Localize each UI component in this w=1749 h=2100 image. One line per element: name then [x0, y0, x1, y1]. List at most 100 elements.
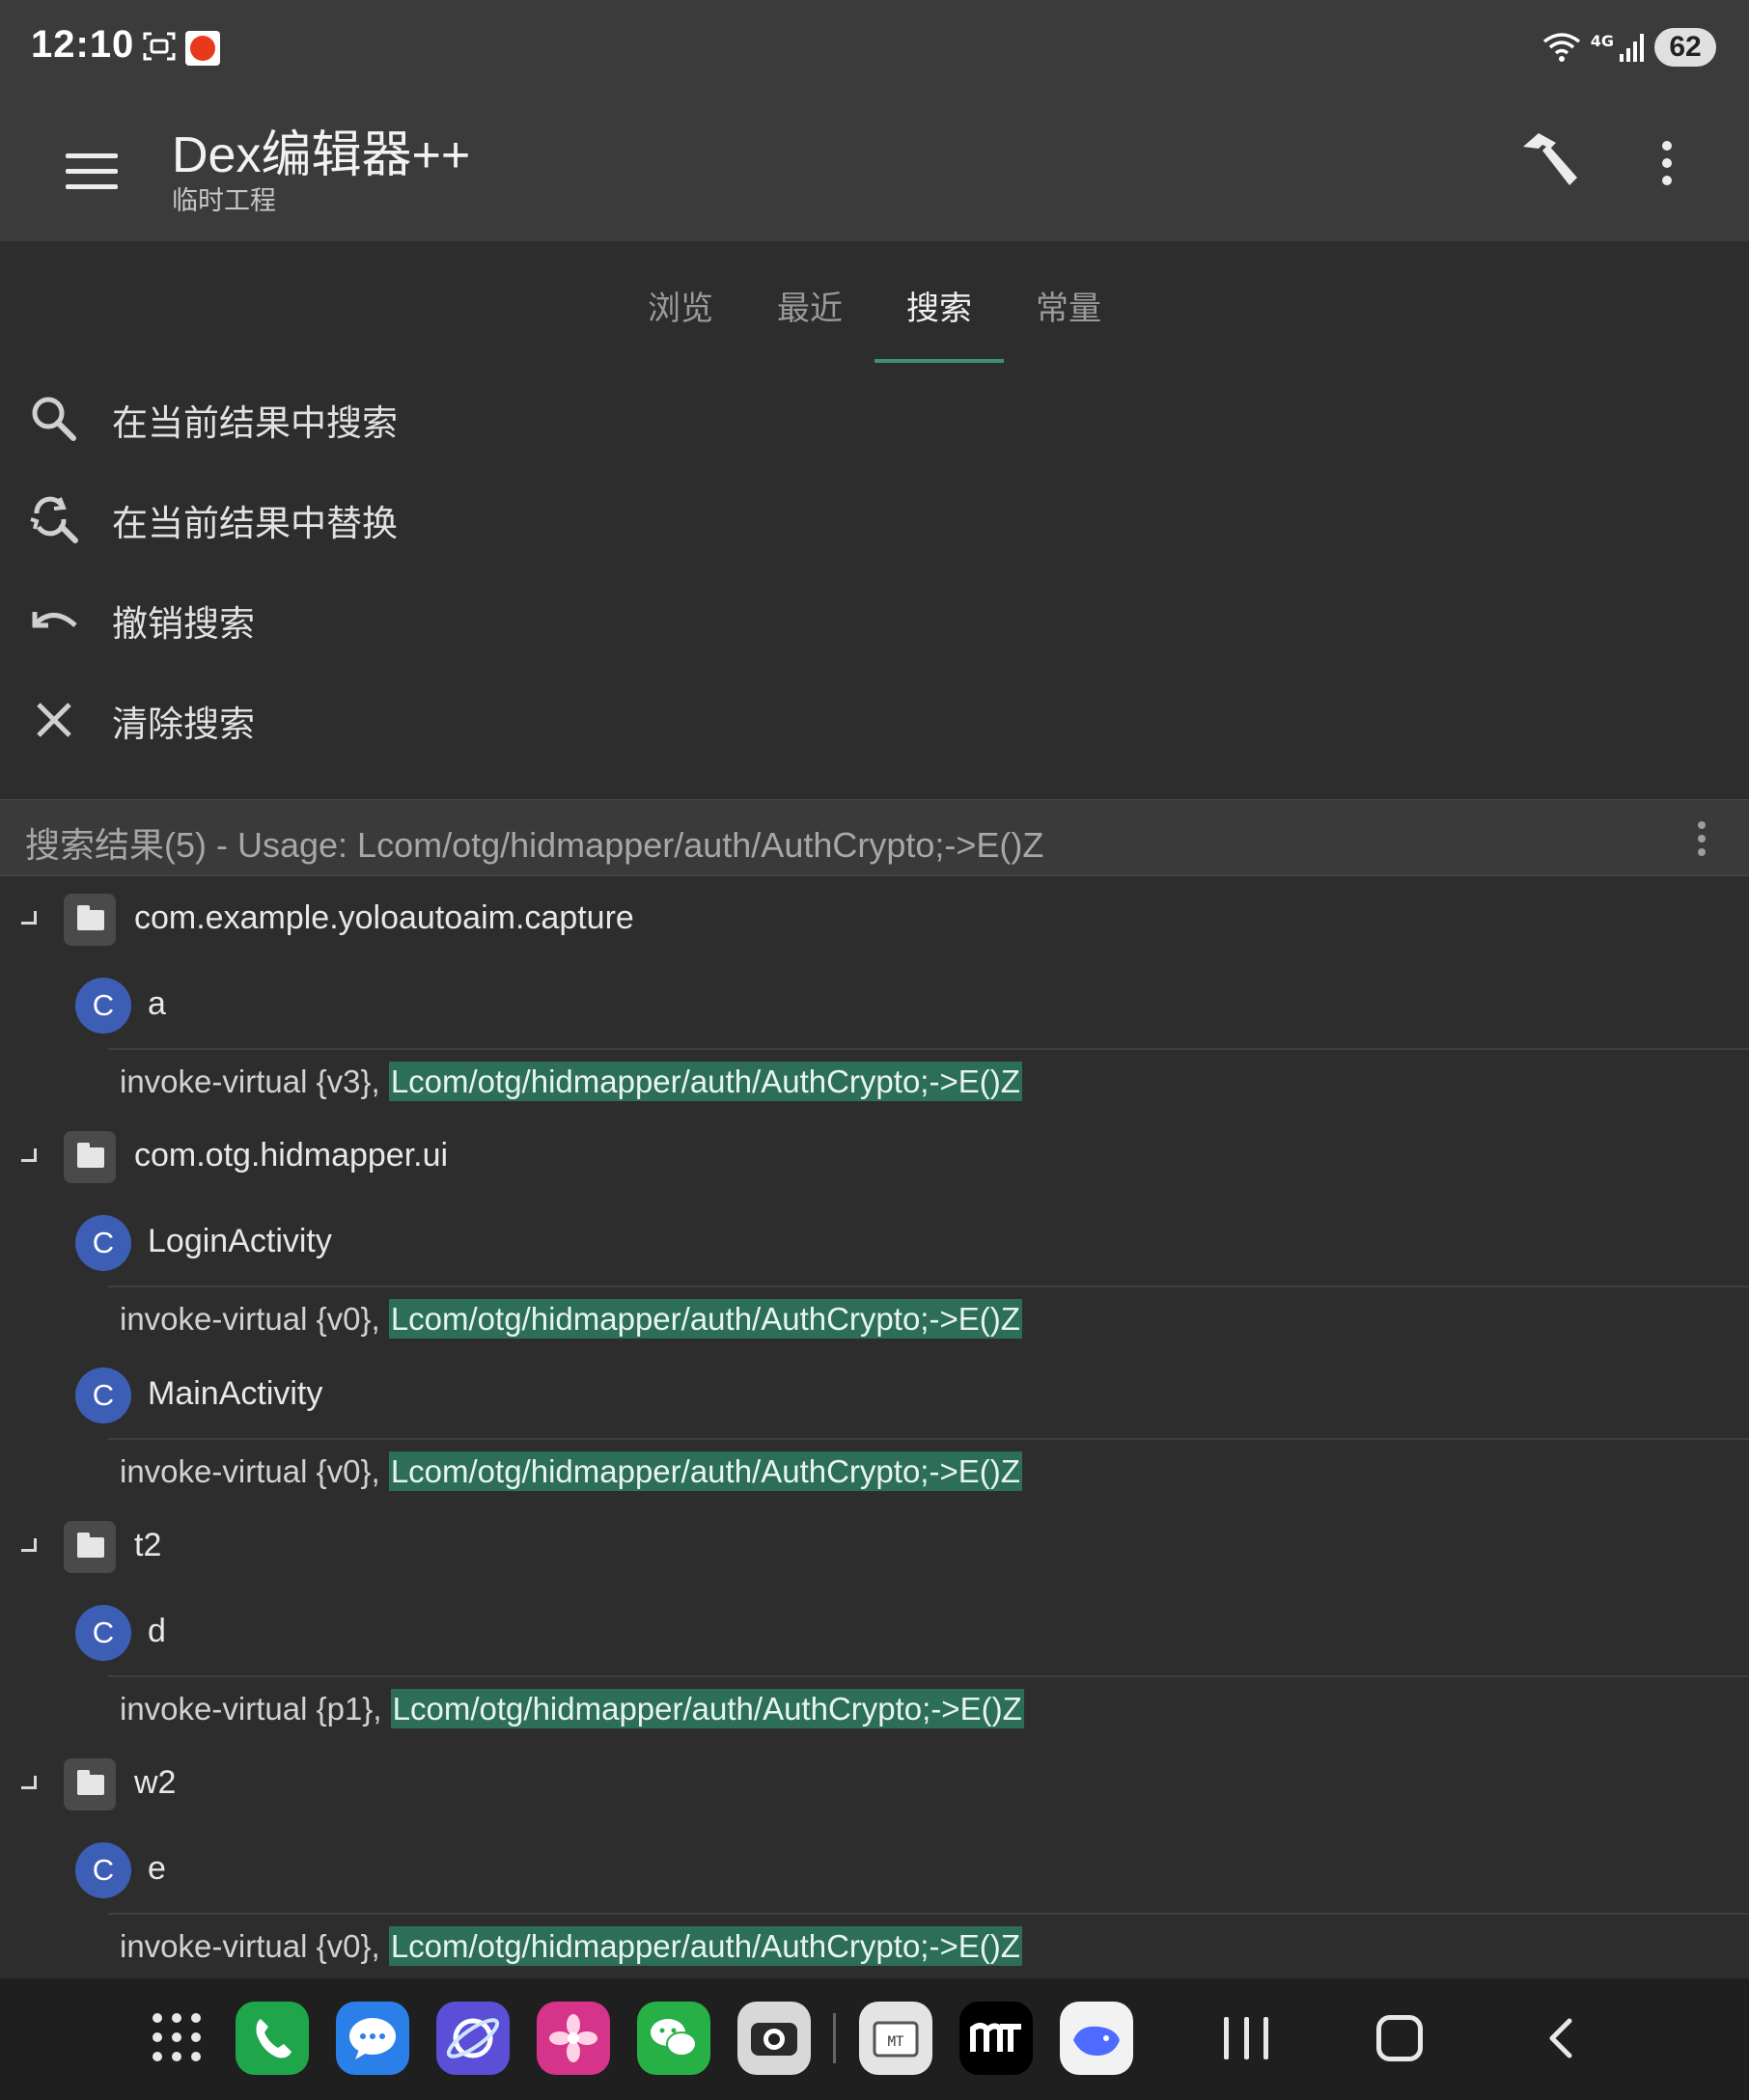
undo-icon	[32, 612, 77, 628]
results-more-icon[interactable]	[1687, 819, 1716, 858]
replace-in-results-label: 在当前结果中替换	[112, 503, 398, 544]
class-badge-icon: C	[75, 1842, 131, 1898]
package-row[interactable]: com.otg.hidmapper.ui	[0, 1116, 1749, 1201]
screenshot-icon	[143, 32, 176, 61]
class-row[interactable]: C d	[0, 1590, 1749, 1675]
clear-search-action[interactable]: 清除搜索	[0, 666, 1749, 766]
code-match-highlight: Lcom/otg/hidmapper/auth/AuthCrypto;->E()…	[388, 1926, 1022, 1966]
phone-app-icon[interactable]	[236, 2002, 309, 2075]
signal-icon	[1620, 34, 1644, 62]
code-prefix: invoke-virtual {p1},	[120, 1691, 391, 1727]
code-line: invoke-virtual {v0}, Lcom/otg/hidmapper/…	[120, 1451, 1022, 1491]
class-name: MainActivity	[148, 1375, 323, 1412]
class-name: e	[148, 1850, 166, 1887]
code-line: invoke-virtual {v0}, Lcom/otg/hidmapper/…	[120, 1926, 1022, 1966]
folder-icon	[64, 1758, 116, 1810]
undo-search-label: 撤销搜索	[112, 603, 255, 645]
recent-apps-button[interactable]	[1224, 2017, 1268, 2059]
app-title: Dex编辑器++	[172, 127, 471, 183]
screen: 12:10 4G 62 Dex编辑器++ 临时工程 浏览 最近 搜索 常量 在当…	[0, 0, 1749, 2100]
mt-app-icon[interactable]	[959, 2002, 1033, 2075]
code-match-highlight: Lcom/otg/hidmapper/auth/AuthCrypto;->E()…	[390, 1689, 1024, 1728]
class-name: d	[148, 1613, 166, 1649]
folder-icon	[64, 1131, 116, 1183]
collapse-icon[interactable]	[21, 1148, 37, 1162]
package-name: com.otg.hidmapper.ui	[134, 1137, 449, 1174]
hammer-icon[interactable]	[1513, 127, 1585, 199]
back-button[interactable]	[1541, 2017, 1583, 2059]
mt-manager-app-icon[interactable]: MT	[859, 2002, 932, 2075]
code-prefix: invoke-virtual {v0},	[120, 1301, 389, 1337]
code-match-row[interactable]: invoke-virtual {v0}, Lcom/otg/hidmapper/…	[108, 1438, 1749, 1507]
tab-browse[interactable]: 浏览	[616, 241, 745, 365]
tab-bar: 浏览 最近 搜索 常量	[0, 241, 1749, 365]
tab-search[interactable]: 搜索	[874, 241, 1004, 365]
messages-app-icon[interactable]	[336, 2002, 409, 2075]
package-row[interactable]: t2	[0, 1506, 1749, 1590]
navigation-bar: MT	[0, 1978, 1749, 2100]
clear-search-label: 清除搜索	[112, 704, 255, 745]
class-row[interactable]: C e	[0, 1828, 1749, 1913]
status-time: 12:10	[31, 23, 135, 66]
battery-indicator: 62	[1654, 28, 1716, 67]
deepseek-app-icon[interactable]	[1060, 2002, 1133, 2075]
camera-app-icon[interactable]	[737, 2002, 811, 2075]
class-name: a	[148, 985, 166, 1022]
package-name: w2	[134, 1764, 177, 1801]
app-subtitle: 临时工程	[172, 186, 276, 216]
more-options-icon[interactable]	[1631, 127, 1703, 199]
undo-search-action[interactable]: 撤销搜索	[0, 566, 1749, 666]
code-match-row[interactable]: invoke-virtual {v3}, Lcom/otg/hidmapper/…	[108, 1048, 1749, 1118]
find-replace-icon	[30, 496, 78, 543]
notification-app-icon	[185, 31, 220, 66]
menu-icon[interactable]	[56, 135, 127, 207]
folder-icon	[64, 1521, 116, 1573]
code-line: invoke-virtual {p1}, Lcom/otg/hidmapper/…	[120, 1689, 1024, 1728]
folder-icon	[64, 894, 116, 946]
class-badge-icon: C	[75, 1605, 131, 1661]
code-match-row[interactable]: invoke-virtual {v0}, Lcom/otg/hidmapper/…	[108, 1285, 1749, 1355]
wechat-app-icon[interactable]	[637, 2002, 710, 2075]
internet-app-icon[interactable]	[436, 2002, 510, 2075]
tab-recent[interactable]: 最近	[745, 241, 874, 365]
code-line: invoke-virtual {v3}, Lcom/otg/hidmapper/…	[120, 1062, 1022, 1101]
code-match-row[interactable]: invoke-virtual {p1}, Lcom/otg/hidmapper/…	[108, 1675, 1749, 1745]
tab-constants[interactable]: 常量	[1004, 241, 1133, 365]
class-row[interactable]: C MainActivity	[0, 1353, 1749, 1438]
search-in-results-action[interactable]: 在当前结果中搜索	[0, 365, 1749, 465]
replace-in-results-action[interactable]: 在当前结果中替换	[0, 465, 1749, 566]
package-row[interactable]: com.example.yoloautoaim.capture	[0, 878, 1749, 963]
status-right: 4G 62	[1541, 25, 1716, 69]
network-type: 4G	[1590, 31, 1614, 50]
code-prefix: invoke-virtual {v0},	[120, 1453, 389, 1489]
code-prefix: invoke-virtual {v3},	[120, 1064, 389, 1099]
svg-text:MT: MT	[888, 2034, 904, 2050]
collapse-icon[interactable]	[21, 1776, 37, 1789]
package-name: com.example.yoloautoaim.capture	[134, 899, 634, 936]
status-bar: 12:10 4G 62	[0, 0, 1749, 97]
wifi-icon	[1542, 33, 1580, 62]
code-match-highlight: Lcom/otg/hidmapper/auth/AuthCrypto;->E()…	[388, 1062, 1022, 1101]
collapse-icon[interactable]	[21, 911, 37, 925]
app-bar: Dex编辑器++ 临时工程	[0, 97, 1749, 241]
tab-indicator	[874, 359, 1004, 363]
package-row[interactable]: w2	[0, 1743, 1749, 1828]
gallery-app-icon[interactable]	[537, 2002, 610, 2075]
code-match-highlight: Lcom/otg/hidmapper/auth/AuthCrypto;->E()…	[388, 1451, 1022, 1491]
code-line: invoke-virtual {v0}, Lcom/otg/hidmapper/…	[120, 1299, 1022, 1339]
close-icon	[37, 703, 71, 737]
class-badge-icon: C	[75, 978, 131, 1034]
search-in-results-label: 在当前结果中搜索	[112, 402, 398, 444]
search-icon	[32, 397, 76, 441]
results-header: 搜索结果(5) - Usage: Lcom/otg/hidmapper/auth…	[0, 799, 1749, 876]
app-drawer-icon[interactable]	[153, 2013, 203, 2063]
collapse-icon[interactable]	[21, 1538, 37, 1552]
class-badge-icon: C	[75, 1368, 131, 1423]
results-header-text: 搜索结果(5) - Usage: Lcom/otg/hidmapper/auth…	[25, 825, 1044, 865]
code-match-row[interactable]: invoke-virtual {v0}, Lcom/otg/hidmapper/…	[108, 1913, 1749, 1982]
class-badge-icon: C	[75, 1215, 131, 1271]
class-row[interactable]: C LoginActivity	[0, 1201, 1749, 1285]
code-prefix: invoke-virtual {v0},	[120, 1928, 389, 1964]
class-row[interactable]: C a	[0, 963, 1749, 1048]
home-button[interactable]	[1376, 2015, 1423, 2061]
